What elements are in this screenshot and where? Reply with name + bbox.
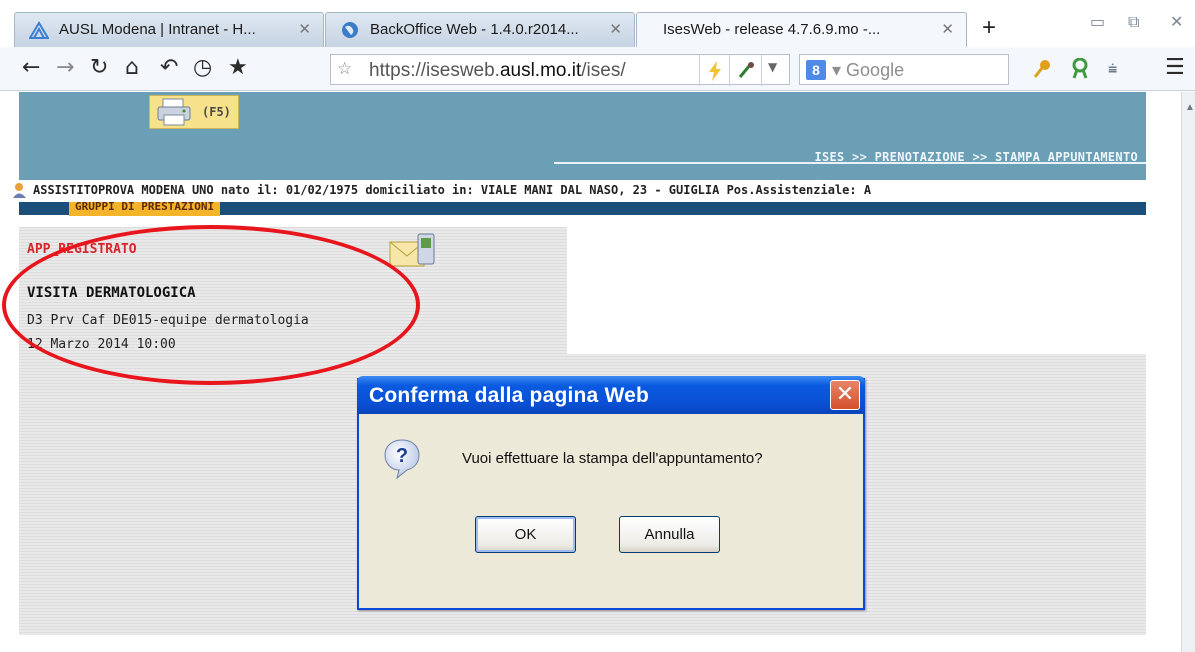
tab-backoffice-web[interactable]: BackOffice Web - 1.4.0.r2014... ✕	[325, 12, 635, 47]
minimize-icon[interactable]: ▭	[1090, 12, 1105, 31]
close-icon[interactable]: ✕	[609, 20, 622, 38]
tab-label: BackOffice Web - 1.4.0.r2014...	[370, 21, 579, 38]
print-f5-button[interactable]: (F5)	[149, 95, 239, 129]
search-engine-icon[interactable]: 8	[806, 60, 826, 80]
question-icon: ?	[384, 439, 420, 480]
tab-gruppi-prestazioni[interactable]: GRUPPI DI PRESTAZIONI	[69, 202, 221, 216]
lightning-addon-icon[interactable]	[707, 61, 723, 81]
bookmark-star-icon[interactable]: ★	[228, 55, 248, 80]
address-bar[interactable]: ☆ https://isesweb.ausl.mo.it/ises/ ▼	[330, 54, 790, 86]
history-icon[interactable]: ◷	[193, 55, 212, 80]
search-placeholder: ▾ Google	[832, 60, 905, 80]
key-icon[interactable]	[1033, 59, 1051, 79]
patient-icon	[13, 183, 26, 198]
url-text[interactable]: https://isesweb.ausl.mo.it/ises/	[369, 60, 699, 82]
bookmark-page-icon[interactable]: ☆	[337, 59, 352, 79]
red-highlight-circle	[2, 225, 420, 385]
browser-nav-bar: ← → ↻ ⌂ ↶ ◷ ★ ☆ https://isesweb.ausl.mo.…	[0, 47, 1195, 91]
page-viewport: (F5) ISES >> PRENOTAZIONE >> STAMPA APPU…	[0, 92, 1195, 652]
close-icon[interactable]: ✕	[941, 20, 954, 38]
tab-ausl-intranet[interactable]: AUSL Modena | Intranet - H... ✕	[14, 12, 324, 47]
back-icon[interactable]: ←	[22, 55, 40, 80]
patient-info: ASSISTITOPROVA MODENA UNO nato il: 01/02…	[33, 183, 872, 197]
dialog-message: Vuoi effettuare la stampa dell'appuntame…	[462, 450, 763, 467]
hamburger-menu-icon[interactable]: ☰	[1165, 55, 1185, 80]
vertical-scrollbar[interactable]: ▲	[1181, 92, 1195, 652]
ok-button[interactable]: OK	[475, 516, 576, 553]
undo-close-icon[interactable]: ↶	[160, 55, 178, 80]
browser-tab-bar: AUSL Modena | Intranet - H... ✕ BackOffi…	[0, 0, 1195, 47]
forward-icon[interactable]: →	[56, 55, 74, 80]
tab-label: IsesWeb - release 4.7.6.9.mo -...	[663, 21, 881, 38]
blank-panel	[567, 227, 1146, 354]
dialog-titlebar[interactable]: Conferma dalla pagina Web ✕	[357, 376, 865, 414]
search-box[interactable]: 8 ▾ Google	[799, 54, 1009, 85]
dropdown-arrow-icon[interactable]: ▼	[768, 60, 777, 74]
envelope-phone-icon[interactable]	[388, 232, 442, 272]
dropper-addon-icon[interactable]	[736, 61, 756, 81]
breadcrumb: ISES >> PRENOTAZIONE >> STAMPA APPUNTAME…	[814, 150, 1138, 164]
svg-text:?: ?	[396, 445, 408, 467]
printer-icon	[157, 98, 191, 126]
new-tab-icon[interactable]: +	[982, 14, 996, 42]
reload-icon[interactable]: ↻	[90, 55, 108, 80]
confirm-dialog: Conferma dalla pagina Web ✕ ? Vuoi effet…	[357, 376, 865, 610]
close-icon[interactable]: ✕	[830, 380, 860, 410]
close-window-icon[interactable]: ✕	[1170, 12, 1183, 31]
extension-icon[interactable]	[1070, 58, 1090, 80]
patient-info-bar: ASSISTITOPROVA MODENA UNO nato il: 01/02…	[13, 180, 1146, 202]
tab-label: AUSL Modena | Intranet - H...	[59, 21, 256, 38]
tab-isesweb[interactable]: IsesWeb - release 4.7.6.9.mo -... ✕	[636, 12, 967, 47]
globe-icon	[342, 22, 358, 38]
menu-dropdown-icon[interactable]: ⩧	[1108, 59, 1117, 79]
f5-shortcut-label: (F5)	[202, 105, 231, 119]
home-icon[interactable]: ⌂	[125, 55, 139, 80]
cancel-button[interactable]: Annulla	[619, 516, 720, 553]
scroll-up-icon[interactable]: ▲	[1185, 102, 1195, 113]
ausl-logo-icon	[29, 21, 49, 39]
close-icon[interactable]: ✕	[298, 20, 311, 38]
restore-icon[interactable]: ⧉	[1128, 12, 1139, 32]
dialog-title: Conferma dalla pagina Web	[369, 384, 649, 407]
